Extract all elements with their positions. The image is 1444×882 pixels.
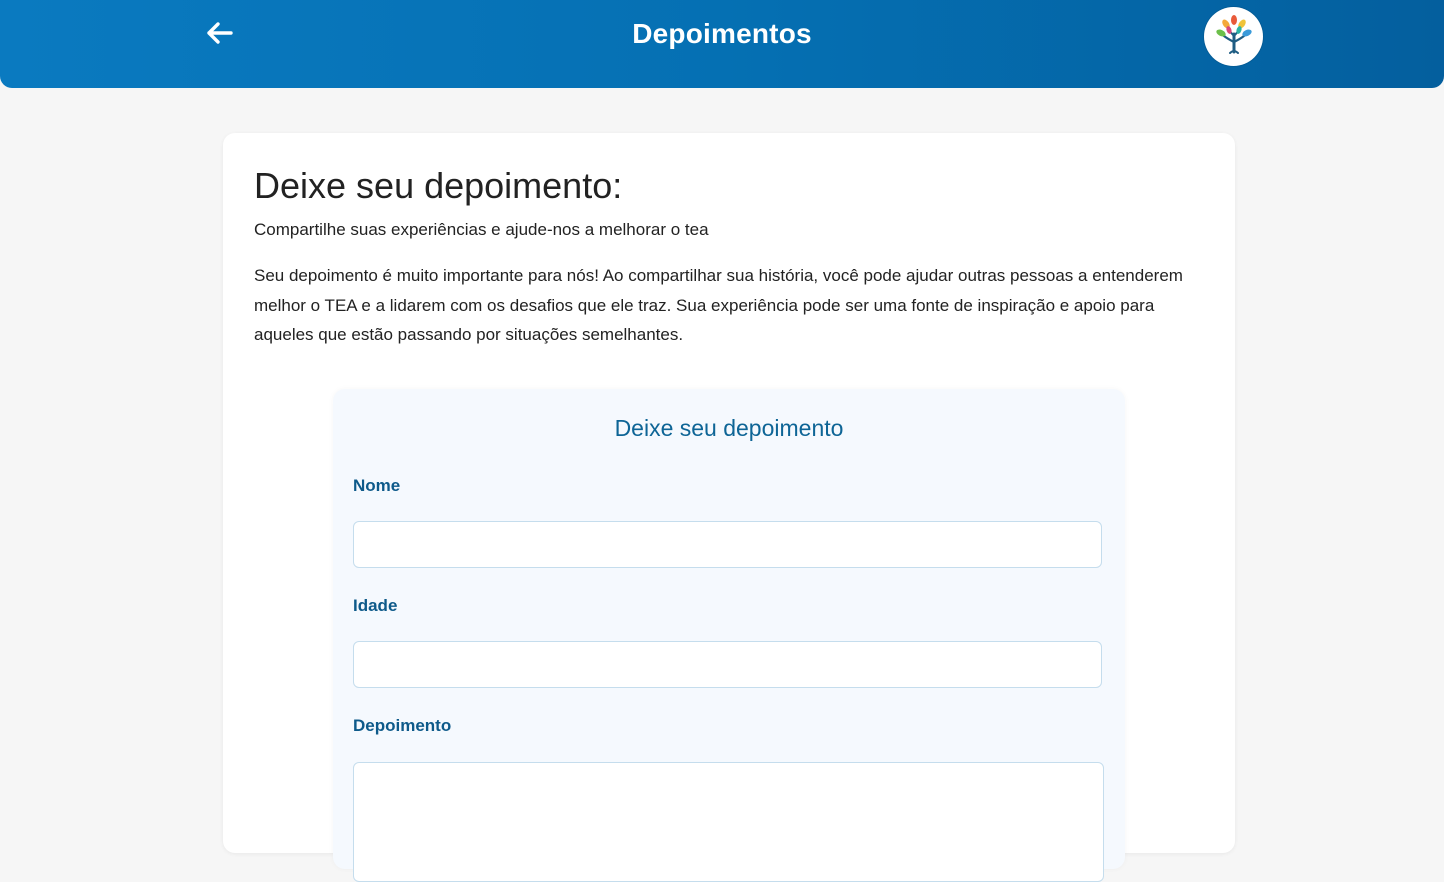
testimony-form: Deixe seu depoimento Nome Idade Depoimen… [333, 389, 1125, 882]
name-input[interactable] [353, 521, 1102, 568]
name-label: Nome [353, 476, 401, 495]
card-subtitle: Compartilhe suas experiências e ajude-no… [254, 220, 709, 239]
age-input[interactable] [353, 641, 1102, 688]
age-label: Idade [353, 596, 398, 615]
testimony-label: Depoimento [353, 716, 452, 735]
tree-logo-icon [1212, 12, 1256, 61]
testimony-card: Deixe seu depoimento: Compartilhe suas e… [223, 133, 1235, 882]
top-header: Depoimentos [0, 0, 1444, 88]
card-title: Deixe seu depoimento: [254, 165, 623, 206]
testimony-textarea[interactable] [353, 762, 1104, 882]
form-title: Deixe seu depoimento [614, 415, 844, 441]
app-logo[interactable] [1204, 7, 1263, 66]
card-description: Seu depoimento é muito importante para n… [254, 266, 1183, 344]
